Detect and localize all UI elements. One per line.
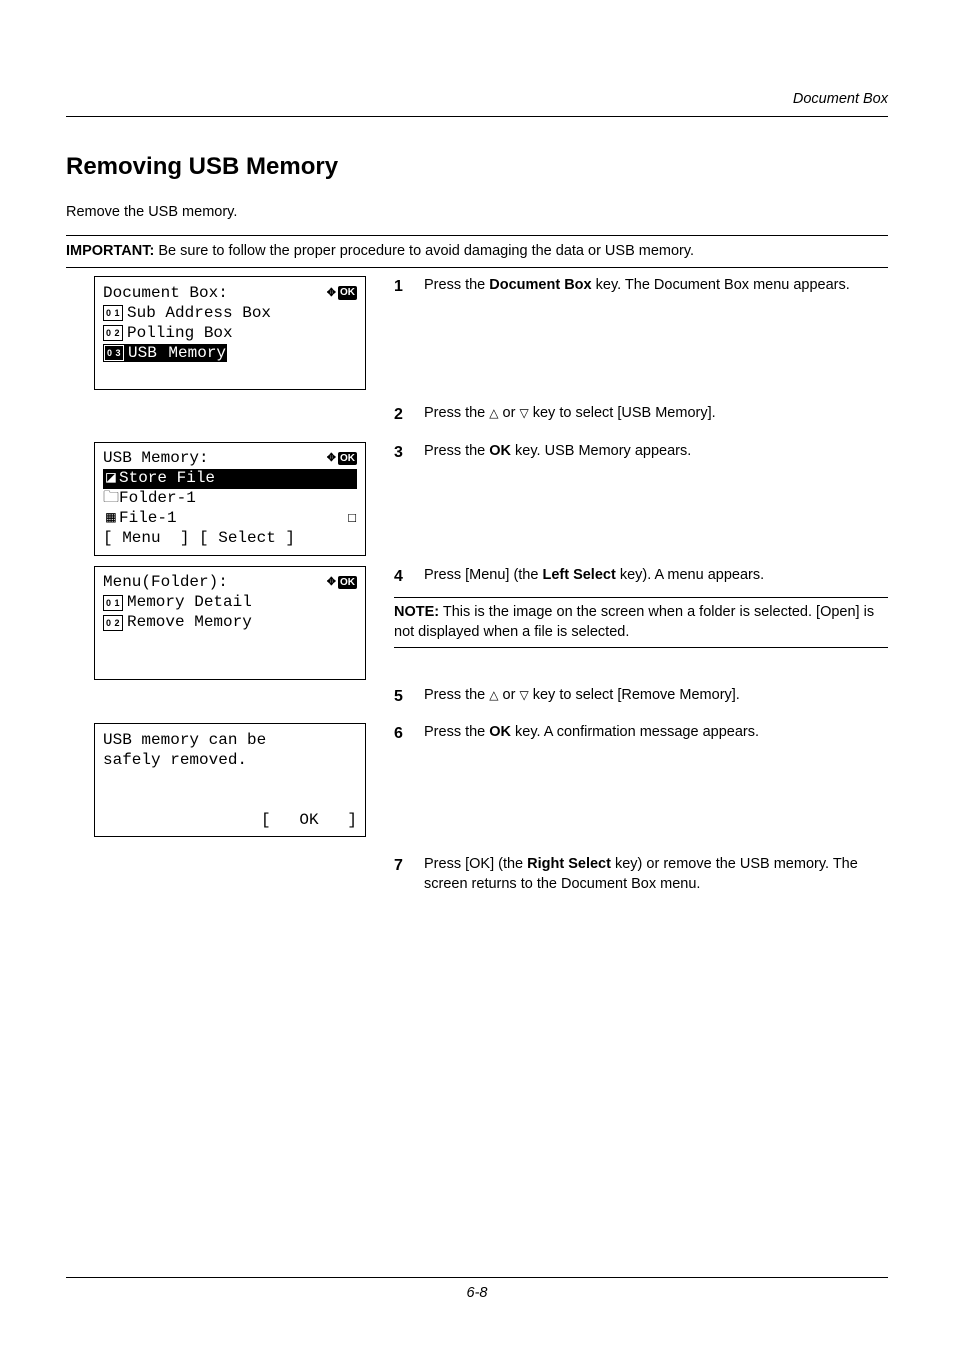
step-6-key: OK <box>489 724 511 740</box>
step-2-pre: Press the <box>424 405 489 421</box>
important-text: Be sure to follow the proper procedure t… <box>154 243 694 259</box>
step-3: 3 Press the OK key. USB Memory appears. <box>394 442 888 464</box>
important-callout: IMPORTANT: Be sure to follow the proper … <box>66 235 888 269</box>
step-1: 1 Press the Document Box key. The Docume… <box>394 276 888 298</box>
step-6: 6 Press the OK key. A confirmation messa… <box>394 723 888 745</box>
step-5: 5 Press the △ or ▽ key to select [Remove… <box>394 686 888 708</box>
lcd4-line1: USB memory can be <box>103 730 357 750</box>
lcd1-item-3a: USB <box>128 344 157 362</box>
step-4-key: Left Select <box>542 567 615 583</box>
intro-text: Remove the USB memory. <box>66 203 888 223</box>
important-label: IMPORTANT: <box>66 243 154 259</box>
lcd1-item-1: Sub Address Box <box>127 304 271 322</box>
note-box: NOTE: This is the image on the screen wh… <box>394 597 888 648</box>
step-2-num: 2 <box>394 404 410 426</box>
step-7-key: Right Select <box>527 856 611 872</box>
lcd1-item-2: Polling Box <box>127 324 233 342</box>
list-index-02: 0 2 <box>103 325 123 341</box>
step-1-pre: Press the <box>424 277 489 293</box>
lcd1-title: Document Box: <box>103 284 228 302</box>
up-triangle-icon: △ <box>489 687 498 703</box>
store-file-icon: ◪ <box>103 469 119 487</box>
down-triangle-icon: ▽ <box>519 405 528 421</box>
step-1-key: Document Box <box>489 277 591 293</box>
lcd-usb-memory: USB Memory: ✥ OK ◪Store File 🗀Folder-1 ▦… <box>94 442 366 556</box>
step-2: 2 Press the △ or ▽ key to select [USB Me… <box>394 404 888 426</box>
lcd3-item-1: Memory Detail <box>127 593 252 611</box>
lcd2-row3: File-1 <box>119 509 177 527</box>
checkbox-icon: ☐ <box>347 509 357 527</box>
step-7-pre: Press [OK] (the <box>424 856 527 872</box>
list-index-03: 0 3 <box>104 345 124 361</box>
step-5-pre: Press the <box>424 687 489 703</box>
running-head: Document Box <box>66 90 888 117</box>
file-icon: ▦ <box>103 509 119 527</box>
step-2-post: key to select [USB Memory]. <box>529 405 716 421</box>
step-3-num: 3 <box>394 442 410 464</box>
step-6-pre: Press the <box>424 724 489 740</box>
step-7-num: 7 <box>394 855 410 894</box>
down-triangle-icon: ▽ <box>519 687 528 703</box>
step-6-post: key. A confirmation message appears. <box>511 724 759 740</box>
step-6-num: 6 <box>394 723 410 745</box>
list-index-01: 0 1 <box>103 595 123 611</box>
step-4: 4 Press [Menu] (the Left Select key). A … <box>394 566 888 588</box>
lcd-confirmation: USB memory can be safely removed. [ OK ] <box>94 723 366 837</box>
ok-icon: OK <box>338 286 357 300</box>
folder-icon: 🗀 <box>103 489 119 507</box>
step-3-key: OK <box>489 443 511 459</box>
lcd4-ok: [ OK ] <box>103 810 357 830</box>
dpad-icon: ✥ <box>327 577 336 588</box>
section-title: Removing USB Memory <box>66 151 888 183</box>
lcd2-softkeys: [ Menu ] [ Select ] <box>103 529 357 549</box>
lcd3-title: Menu(Folder): <box>103 573 228 591</box>
step-4-pre: Press [Menu] (the <box>424 567 542 583</box>
step-1-num: 1 <box>394 276 410 298</box>
ok-icon: OK <box>338 452 357 466</box>
note-text: This is the image on the screen when a f… <box>394 604 874 640</box>
lcd1-item-3b: Memory <box>158 344 227 362</box>
lcd3-item-2: Remove Memory <box>127 613 252 631</box>
lcd4-line2: safely removed. <box>103 750 357 770</box>
step-3-post: key. USB Memory appears. <box>511 443 691 459</box>
step-5-num: 5 <box>394 686 410 708</box>
lcd2-row1: Store File <box>119 469 215 487</box>
dpad-icon: ✥ <box>327 453 336 464</box>
page-footer: 6-8 <box>66 1277 888 1304</box>
lcd2-row2: Folder-1 <box>119 489 196 507</box>
lcd2-title: USB Memory: <box>103 449 209 467</box>
step-5-mid: or <box>499 687 520 703</box>
step-4-num: 4 <box>394 566 410 588</box>
dpad-icon: ✥ <box>327 288 336 299</box>
step-5-post: key to select [Remove Memory]. <box>529 687 740 703</box>
lcd-document-box: Document Box: ✥ OK 0 1 Sub Address Box 0… <box>94 276 366 390</box>
step-2-mid: or <box>499 405 520 421</box>
note-label: NOTE: <box>394 604 439 620</box>
step-3-pre: Press the <box>424 443 489 459</box>
step-1-post: key. The Document Box menu appears. <box>592 277 850 293</box>
list-index-02: 0 2 <box>103 615 123 631</box>
step-7: 7 Press [OK] (the Right Select key) or r… <box>394 855 888 894</box>
step-4-post: key). A menu appears. <box>616 567 764 583</box>
up-triangle-icon: △ <box>489 405 498 421</box>
lcd-menu-folder: Menu(Folder): ✥ OK 0 1 Memory Detail 0 2… <box>94 566 366 680</box>
ok-icon: OK <box>338 576 357 590</box>
list-index-01: 0 1 <box>103 305 123 321</box>
